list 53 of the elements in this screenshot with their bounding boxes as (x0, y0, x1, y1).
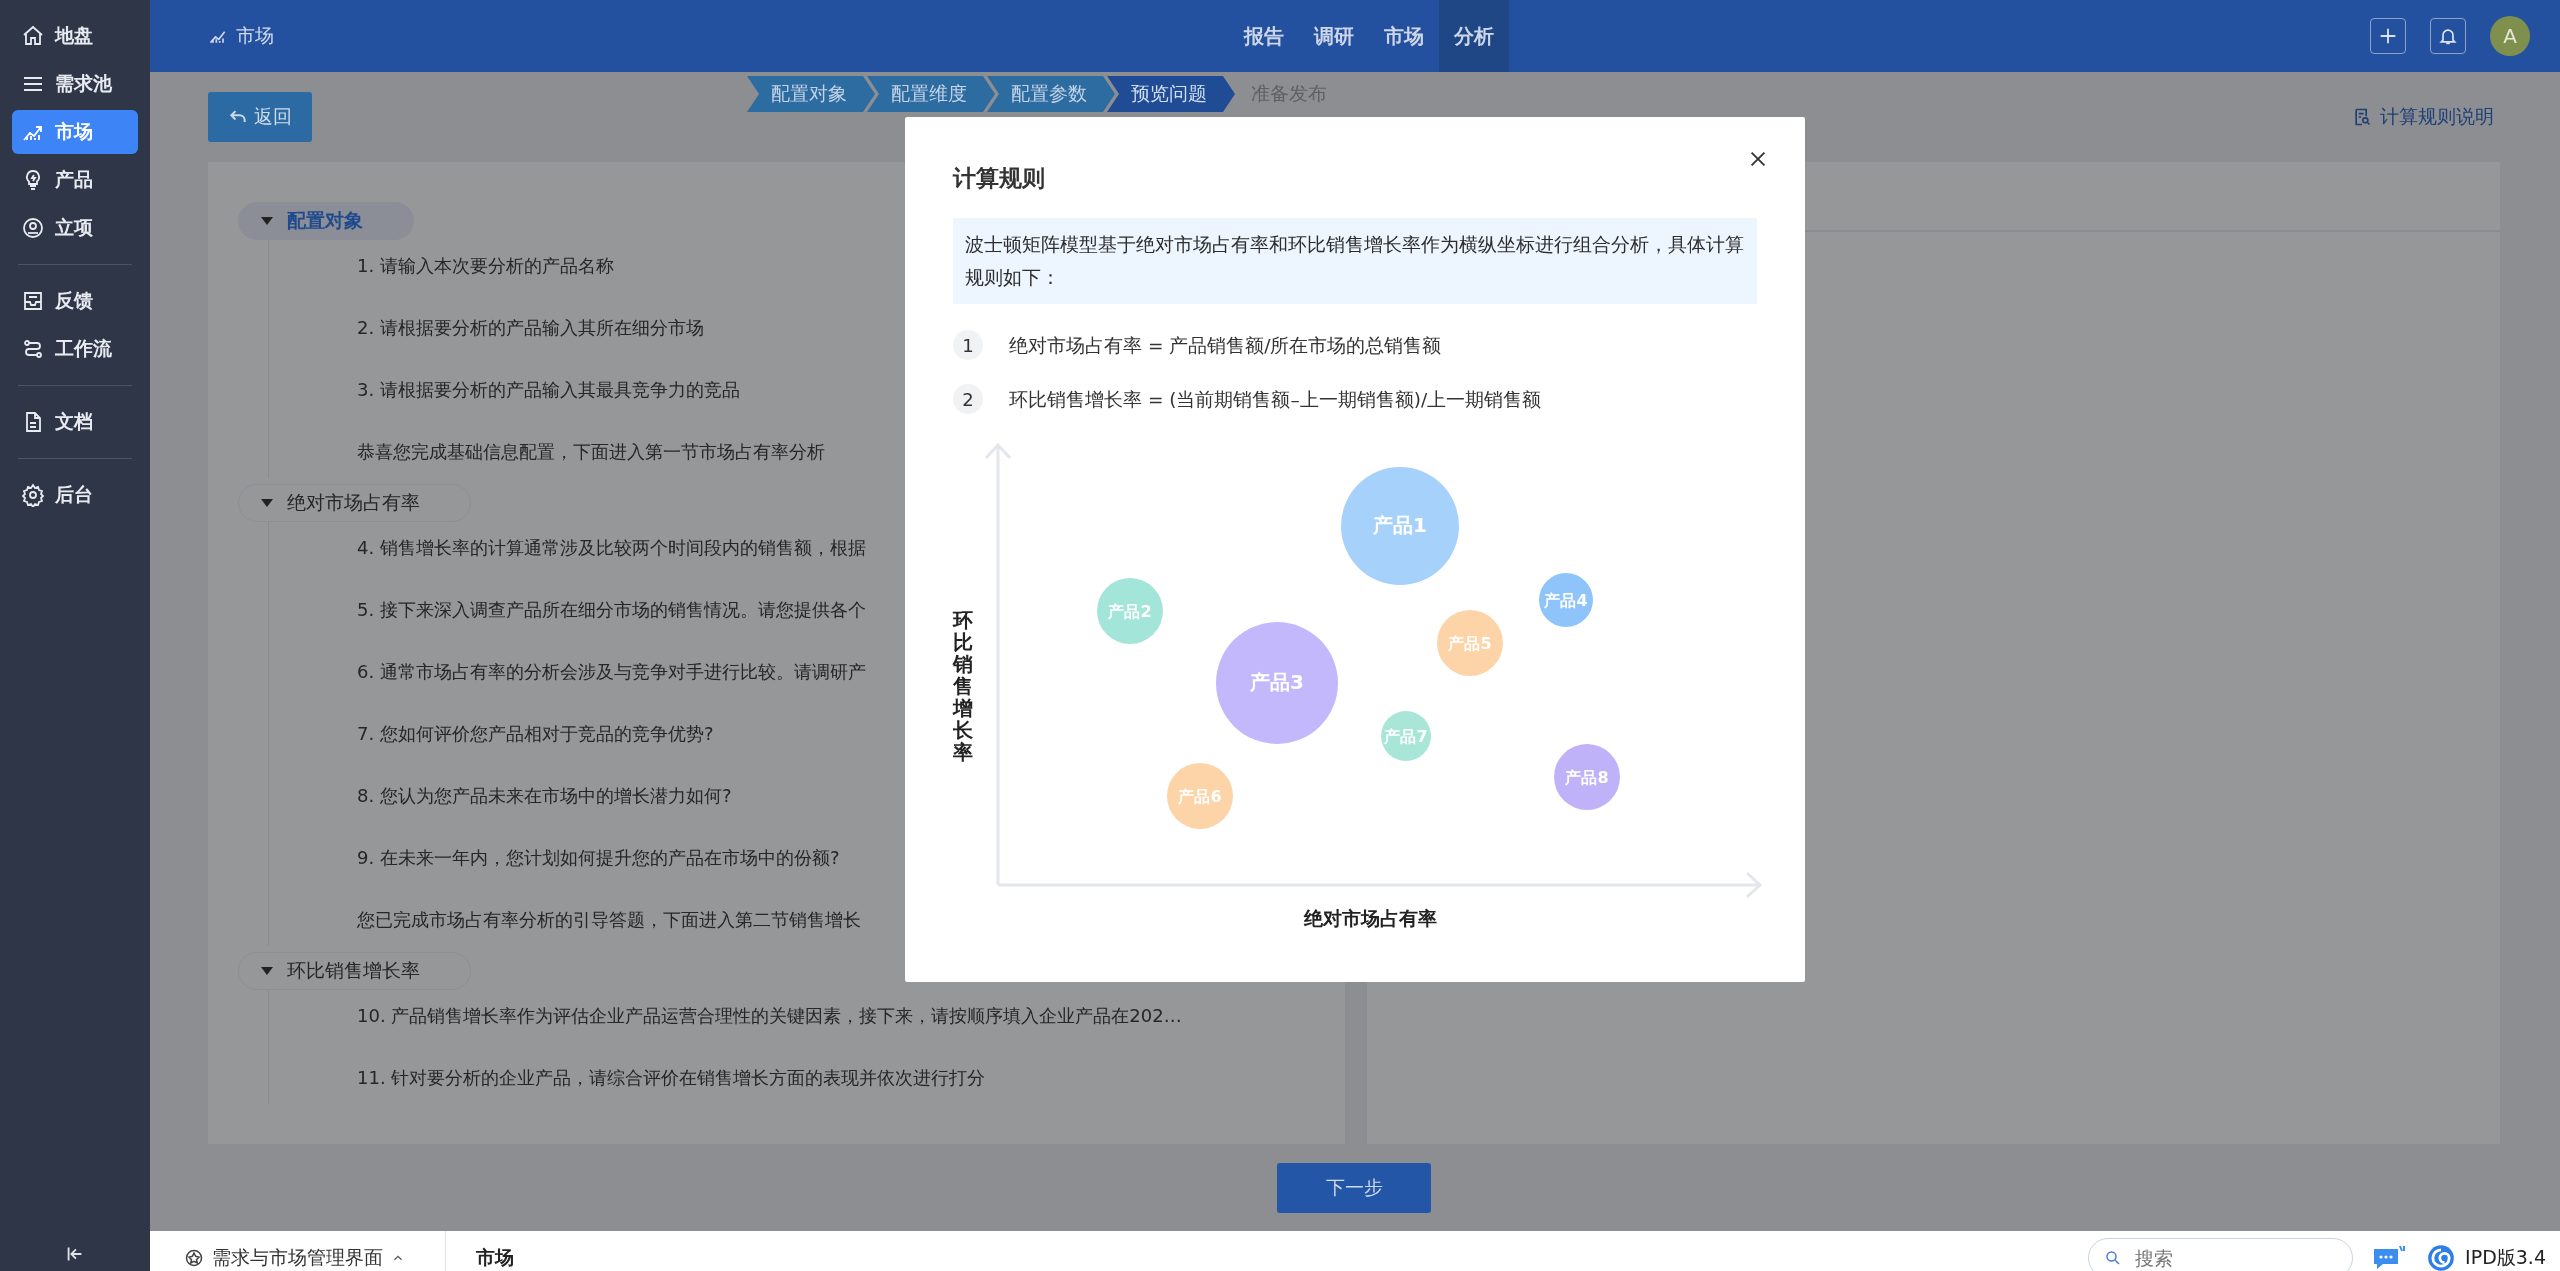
inbox-icon (21, 289, 45, 313)
rule-text: 绝对市场占有率 = 产品销售额/所在市场的总销售额 (1009, 333, 1442, 358)
nav-item[interactable]: 立项 (12, 206, 138, 250)
nav-tab[interactable]: 调研 (1299, 0, 1369, 72)
user-circle-icon (21, 216, 45, 240)
nav-tab[interactable]: 分析 (1439, 0, 1509, 72)
document-search-icon (2352, 107, 2372, 127)
next-button[interactable]: 下一步 (1277, 1162, 1431, 1213)
nav-item[interactable]: 需求池 (12, 62, 138, 106)
bubble-label: 产品7 (1384, 727, 1428, 746)
bubble-label: 产品5 (1448, 634, 1492, 653)
bubble-label: 产品2 (1108, 602, 1152, 621)
rule-number: 2 (953, 384, 983, 414)
step: 配置对象 (747, 76, 875, 112)
version-label: IPD版3.4 (2465, 1245, 2546, 1270)
add-button[interactable] (2370, 18, 2406, 54)
axis-label: 环比销售增长率 (953, 609, 973, 763)
nav-item[interactable]: 后台 (12, 473, 138, 517)
bell-icon (2438, 26, 2458, 46)
breadcrumb-current: 市场 (476, 1245, 514, 1270)
nav-item[interactable]: 文档 (12, 400, 138, 444)
nav-item[interactable]: 工作流 (12, 327, 138, 371)
dialog-title: 计算规则 (953, 164, 1045, 193)
help-link[interactable]: 计算规则说明 (2346, 103, 2500, 131)
settings-icon (21, 483, 45, 507)
nav-tab[interactable]: 报告 (1229, 0, 1299, 72)
axis-label: 绝对市场占有率 (1303, 906, 1437, 931)
home-icon (21, 24, 45, 48)
back-button[interactable]: 返回 (208, 92, 312, 142)
bubble-label: 产品6 (1178, 787, 1222, 806)
bubble-label: 产品4 (1544, 591, 1588, 610)
step: 配置维度 (867, 76, 995, 112)
avatar[interactable]: A (2490, 16, 2530, 56)
step: 预览问题 (1107, 76, 1235, 112)
nav-item[interactable]: 反馈 (12, 279, 138, 323)
question-item[interactable]: 11. 针对要分析的企业产品，请综合评价在销售增长方面的表现并依次进行打分 (357, 1066, 1315, 1090)
step: 配置参数 (987, 76, 1115, 112)
search-field[interactable]: 搜索 (2088, 1238, 2354, 1271)
nav-item[interactable]: 市场 (12, 110, 138, 154)
rule-number: 1 (953, 330, 983, 360)
breadcrumb-item[interactable]: 需求与市场管理界面 (178, 1231, 446, 1271)
question-item[interactable]: 10. 产品销售增长率作为评估企业产品运营合理性的关键因素，接下来，请按顺序填入企业产品在202… (357, 1004, 1315, 1028)
bubble-label: 产品1 (1373, 513, 1427, 537)
bubble-label: 产品3 (1250, 670, 1304, 694)
nav-item[interactable]: 产品 (12, 158, 138, 202)
nav-item[interactable]: 地盘 (12, 14, 138, 58)
rule-text: 环比销售增长率 = (当前期销售额–上一期销售额)/上一期销售额 (1009, 387, 1542, 412)
page-title: 市场 (236, 23, 274, 48)
nav-tab[interactable]: 市场 (1369, 0, 1439, 72)
bubble-label: 产品8 (1565, 768, 1609, 787)
notification-button[interactable] (2430, 18, 2466, 54)
intro-text: 波士顿矩阵模型基于绝对市场占有率和环比销售增长率作为横纵坐标进行组合分析，具体计算规则如下： (953, 218, 1757, 304)
flow-icon (21, 337, 45, 361)
